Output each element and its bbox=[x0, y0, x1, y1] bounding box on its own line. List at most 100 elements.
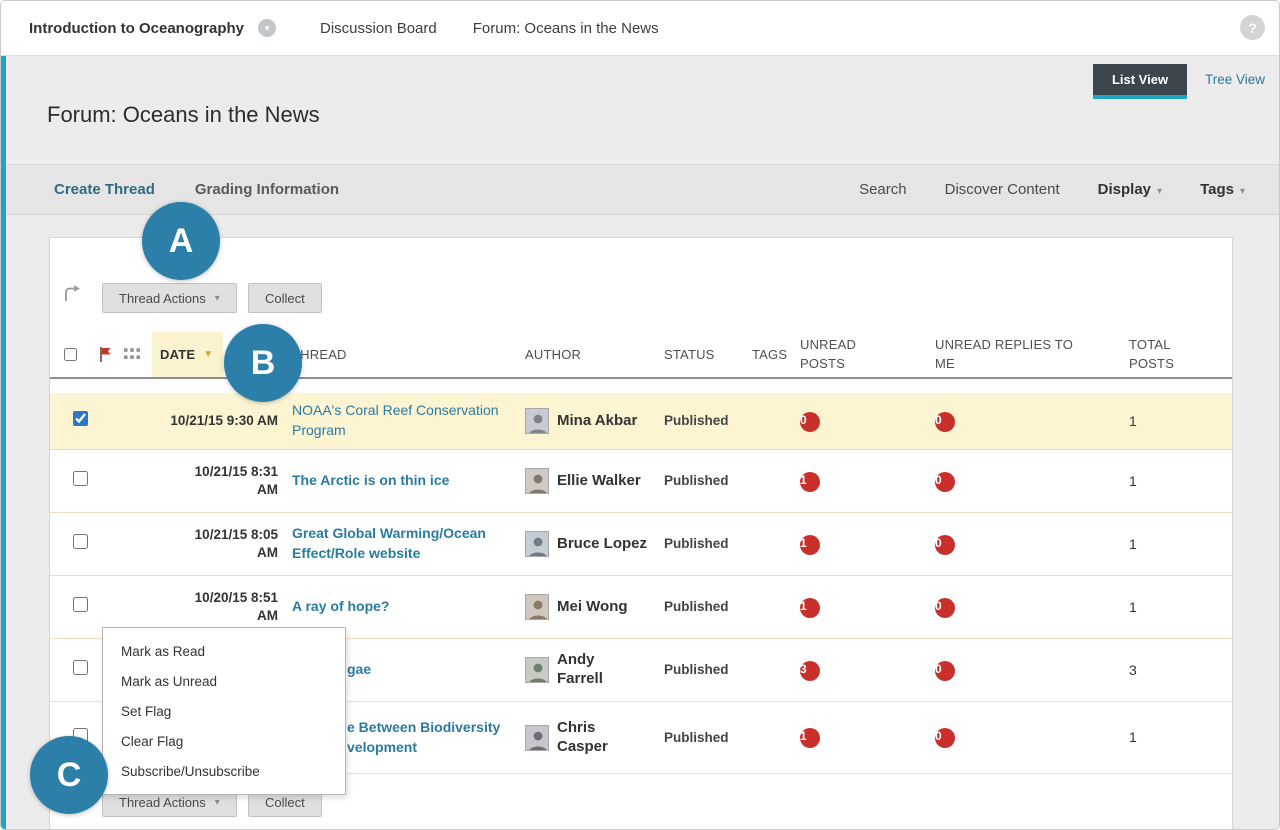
thread-author: Bruce Lopez bbox=[518, 531, 658, 557]
status-badge: Published bbox=[664, 473, 729, 488]
total-posts-value: 1 bbox=[1129, 597, 1137, 617]
status-badge: Published bbox=[664, 599, 729, 614]
unread-posts-column-header[interactable]: UNREAD POSTS bbox=[788, 332, 928, 377]
tab-tree-view[interactable]: Tree View bbox=[1205, 72, 1265, 87]
unread-posts-badge[interactable]: 0 bbox=[800, 412, 820, 432]
thread-author: Mei Wong bbox=[518, 594, 658, 620]
annotation-circle-a: A bbox=[142, 202, 220, 280]
thread-list-card: Thread Actions▾ Collect DATE▼ THREAD AUT… bbox=[49, 237, 1233, 830]
flag-column-header[interactable] bbox=[98, 332, 124, 377]
thread-date: 10/20/15 8:51AM bbox=[152, 589, 288, 625]
author-column-header[interactable]: AUTHOR bbox=[518, 332, 658, 377]
avatar bbox=[525, 725, 549, 751]
row-checkbox[interactable] bbox=[73, 471, 88, 486]
sort-arrow-icon: ▼ bbox=[203, 349, 213, 360]
row-checkbox[interactable] bbox=[73, 534, 88, 549]
flag-icon bbox=[98, 346, 113, 363]
total-posts-column-header[interactable]: TOTAL POSTS bbox=[1118, 332, 1232, 377]
participants-column-header[interactable] bbox=[124, 332, 152, 377]
help-icon[interactable]: ? bbox=[1240, 15, 1265, 40]
menu-item-set-flag[interactable]: Set Flag bbox=[103, 696, 345, 726]
menu-item-mark-as-unread[interactable]: Mark as Unread bbox=[103, 666, 345, 696]
tab-list-view[interactable]: List View bbox=[1093, 64, 1187, 95]
thread-link[interactable]: Great Global Warming/OceanEffect/Role we… bbox=[292, 524, 518, 563]
status-column-header[interactable]: STATUS bbox=[658, 332, 744, 377]
unread-replies-badge[interactable]: 0 bbox=[935, 728, 955, 748]
unread-posts-badge[interactable]: 1 bbox=[800, 598, 820, 618]
unread-replies-badge[interactable]: 0 bbox=[935, 598, 955, 618]
thread-link[interactable]: A ray of hope? bbox=[292, 597, 518, 617]
course-title: Introduction to Oceanography bbox=[29, 20, 244, 37]
menu-item-clear-flag[interactable]: Clear Flag bbox=[103, 726, 345, 756]
unread-replies-badge[interactable]: 0 bbox=[935, 472, 955, 492]
topbar: Introduction to Oceanography ▾ Discussio… bbox=[1, 1, 1279, 56]
unread-posts-badge[interactable]: 1 bbox=[800, 535, 820, 555]
display-menu[interactable]: Display▾ bbox=[1098, 181, 1162, 198]
breadcrumb-discussion-board[interactable]: Discussion Board bbox=[320, 20, 437, 37]
thread-author: Ellie Walker bbox=[518, 468, 658, 494]
chevron-down-icon: ▾ bbox=[1157, 186, 1162, 197]
thread-author: AndyFarrell bbox=[518, 651, 658, 689]
discover-content-button[interactable]: Discover Content bbox=[945, 181, 1060, 198]
unread-replies-badge[interactable]: 0 bbox=[935, 661, 955, 681]
thread-actions-button[interactable]: Thread Actions▾ bbox=[102, 283, 237, 313]
collect-button[interactable]: Collect bbox=[248, 283, 322, 313]
unread-posts-badge[interactable]: 1 bbox=[800, 472, 820, 492]
chevron-down-icon: ▾ bbox=[1240, 186, 1245, 197]
accent-stripe bbox=[1, 56, 6, 829]
thread-link[interactable]: e Between Biodiversityvelopment bbox=[347, 718, 518, 757]
thread-author: Mina Akbar bbox=[518, 408, 658, 434]
thread-author: ChrisCasper bbox=[518, 719, 658, 757]
thread-context-menu: Mark as Read Mark as Unread Set Flag Cle… bbox=[102, 627, 346, 795]
page-title: Forum: Oceans in the News bbox=[47, 102, 320, 128]
total-posts-value: 1 bbox=[1129, 471, 1137, 491]
indent-arrow-icon bbox=[62, 284, 82, 309]
list-view-active-indicator bbox=[1093, 95, 1187, 99]
unread-replies-column-header[interactable]: UNREAD REPLIES TO ME bbox=[928, 332, 1118, 377]
chevron-down-icon[interactable]: ▾ bbox=[258, 19, 276, 37]
unread-posts-badge[interactable]: 1 bbox=[800, 728, 820, 748]
grading-information-button[interactable]: Grading Information bbox=[195, 181, 339, 198]
status-badge: Published bbox=[664, 730, 729, 745]
create-thread-button[interactable]: Create Thread bbox=[54, 181, 155, 198]
menu-item-mark-as-read[interactable]: Mark as Read bbox=[103, 636, 345, 666]
total-posts-value: 1 bbox=[1129, 727, 1137, 747]
thread-date: 10/21/15 8:05AM bbox=[152, 526, 288, 562]
chevron-down-icon: ▾ bbox=[215, 797, 220, 808]
tags-column-header[interactable]: TAGS bbox=[744, 332, 788, 377]
thread-column-header[interactable]: THREAD bbox=[288, 332, 518, 377]
avatar bbox=[525, 531, 549, 557]
thread-row: 10/21/15 8:05AM Great Global Warming/Oce… bbox=[50, 513, 1232, 576]
search-button[interactable]: Search bbox=[859, 181, 907, 198]
thread-row: 10/21/15 8:31AM The Arctic is on thin ic… bbox=[50, 450, 1232, 513]
thread-link[interactable]: gae bbox=[347, 660, 518, 680]
thread-link[interactable]: The Arctic is on thin ice bbox=[292, 471, 518, 491]
thread-date: 10/21/15 9:30 AM bbox=[152, 412, 288, 430]
row-checkbox[interactable] bbox=[73, 597, 88, 612]
avatar bbox=[525, 408, 549, 434]
total-posts-value: 1 bbox=[1129, 411, 1137, 431]
thread-link[interactable]: NOAA's Coral Reef ConservationProgram bbox=[292, 401, 518, 440]
annotation-circle-b: B bbox=[224, 324, 302, 402]
avatar bbox=[525, 657, 549, 683]
grid-icon bbox=[124, 348, 140, 361]
avatar bbox=[525, 468, 549, 494]
row-checkbox[interactable] bbox=[73, 411, 88, 426]
chevron-down-icon: ▾ bbox=[215, 293, 220, 304]
unread-posts-badge[interactable]: 3 bbox=[800, 661, 820, 681]
status-badge: Published bbox=[664, 536, 729, 551]
menu-item-subscribe[interactable]: Subscribe/Unsubscribe bbox=[103, 756, 345, 786]
status-badge: Published bbox=[664, 413, 729, 428]
thread-date: 10/21/15 8:31AM bbox=[152, 463, 288, 499]
avatar bbox=[525, 594, 549, 620]
tags-menu[interactable]: Tags▾ bbox=[1200, 181, 1245, 198]
status-badge: Published bbox=[664, 662, 729, 677]
row-checkbox[interactable] bbox=[73, 660, 88, 675]
screen: Introduction to Oceanography ▾ Discussio… bbox=[0, 0, 1280, 830]
unread-replies-badge[interactable]: 0 bbox=[935, 412, 955, 432]
annotation-circle-c: C bbox=[30, 736, 108, 814]
total-posts-value: 3 bbox=[1129, 660, 1137, 680]
unread-replies-badge[interactable]: 0 bbox=[935, 535, 955, 555]
total-posts-value: 1 bbox=[1129, 534, 1137, 554]
select-all-checkbox[interactable] bbox=[64, 348, 77, 361]
